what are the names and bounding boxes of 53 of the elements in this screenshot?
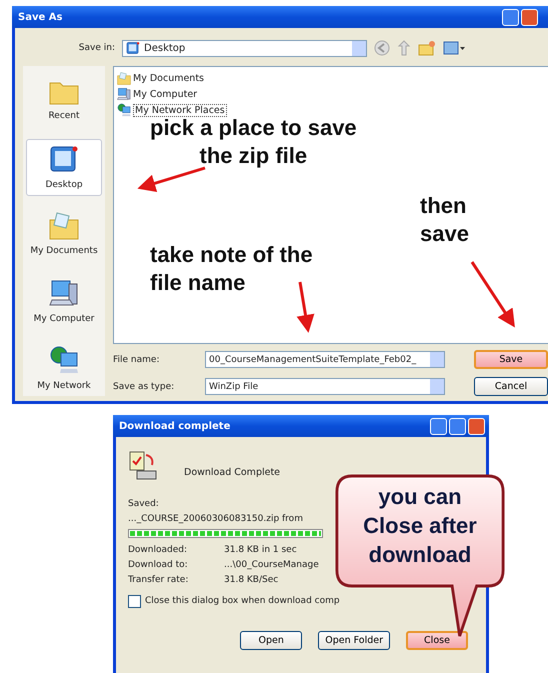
- detail-label: Download to:: [128, 559, 188, 572]
- view-menu-icon[interactable]: [443, 40, 465, 56]
- detail-label: Transfer rate:: [128, 574, 188, 587]
- network-computer-icon: [117, 103, 131, 117]
- file-item[interactable]: My Computer: [117, 86, 548, 102]
- location-dropdown[interactable]: Desktop: [122, 40, 367, 56]
- checkbox[interactable]: [128, 595, 141, 608]
- folder-icon: [117, 72, 131, 84]
- place-item[interactable]: My Computer: [26, 272, 102, 330]
- saved-label: Saved:: [128, 498, 159, 511]
- field-label: File name:: [113, 354, 160, 364]
- desktop-icon: [126, 41, 140, 55]
- download-icon: [128, 449, 158, 481]
- dialog-button[interactable]: Close: [406, 631, 468, 650]
- arrow: [137, 166, 206, 192]
- cancel-button[interactable]: Cancel: [474, 377, 548, 396]
- desktop-icon: [49, 144, 79, 174]
- field-label: Save as type:: [113, 382, 176, 392]
- place-item[interactable]: Recent: [26, 72, 102, 129]
- file-name-field[interactable]: 00_CourseManagementSuiteTemplate_Feb02_: [205, 351, 445, 368]
- save-button[interactable]: Save: [474, 350, 548, 369]
- network-computer-icon: [49, 344, 79, 375]
- callout-text: download: [368, 541, 472, 569]
- place-item[interactable]: Desktop: [26, 138, 102, 196]
- window-title: Save As: [18, 12, 62, 22]
- window-title: Download complete: [119, 420, 230, 432]
- detail-value: ...\00_CourseManage: [224, 559, 319, 572]
- annotation-text: take note of the: [150, 241, 313, 269]
- detail-value: 31.8 KB/Sec: [224, 574, 278, 587]
- detail-value: 31.8 KB in 1 sec: [224, 544, 297, 557]
- computer-icon: [49, 278, 79, 308]
- dialog-button[interactable]: Open Folder: [318, 631, 390, 650]
- back-icon[interactable]: [374, 40, 390, 56]
- place-item[interactable]: My Documents: [26, 206, 102, 262]
- dialog-button[interactable]: Open: [240, 631, 302, 650]
- annotation-text: then: [420, 192, 468, 220]
- file-type-dropdown[interactable]: WinZip File: [205, 378, 445, 395]
- annotation-text: file name: [150, 269, 246, 297]
- annotation-text: the zip file: [198, 142, 308, 170]
- callout-text: Close after: [362, 512, 478, 540]
- arrow: [470, 261, 515, 328]
- dialog-heading: Download Complete: [184, 466, 280, 478]
- annotation-text: save: [420, 220, 469, 248]
- callout-text: you can: [377, 483, 463, 511]
- field-label: Save in:: [78, 43, 115, 53]
- file-item[interactable]: My Documents: [117, 70, 548, 86]
- detail-label: Downloaded:: [128, 544, 188, 557]
- place-item[interactable]: My Network: [26, 339, 102, 396]
- folder-icon: [49, 212, 79, 240]
- checkbox-label: Close this dialog box when download comp: [145, 595, 340, 608]
- arrow: [296, 282, 314, 333]
- computer-icon: [117, 87, 131, 101]
- saved-file-name: ..._COURSE_20060306083150.zip from: [128, 513, 303, 526]
